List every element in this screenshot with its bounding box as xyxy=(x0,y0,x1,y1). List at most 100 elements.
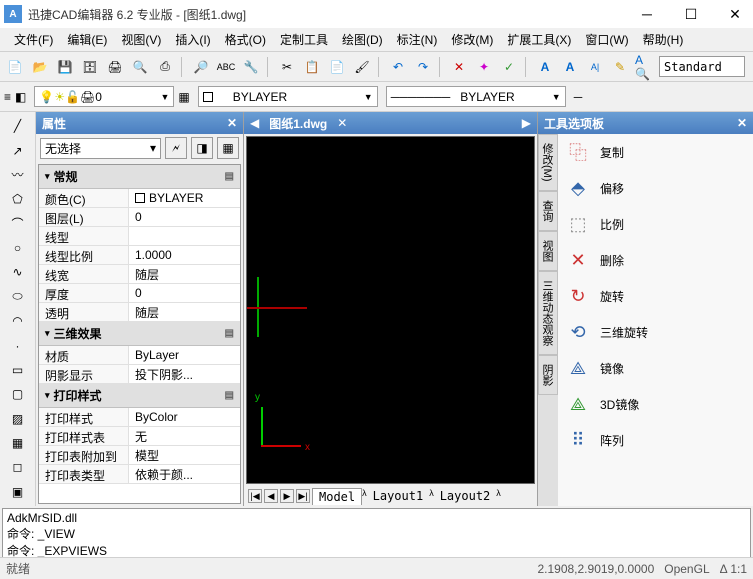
layerstate-icon[interactable]: ◧ xyxy=(15,90,26,104)
palette-side-tab[interactable]: 修改(M) xyxy=(538,134,558,191)
region-icon[interactable]: ◻ xyxy=(7,457,29,477)
maximize-button[interactable]: ☐ xyxy=(677,4,705,24)
copy-icon[interactable]: 📋 xyxy=(301,56,323,78)
menu-item[interactable]: 帮助(H) xyxy=(637,29,690,50)
prop-row[interactable]: 线宽随层 xyxy=(39,265,240,284)
prop-row[interactable]: 线型 xyxy=(39,227,240,246)
boundary-icon[interactable]: ▣ xyxy=(7,482,29,502)
menu-item[interactable]: 视图(V) xyxy=(115,29,167,50)
selectobj-icon[interactable]: ◨ xyxy=(191,137,213,159)
line-icon[interactable]: ╱ xyxy=(7,116,29,136)
properties-close-icon[interactable]: ✕ xyxy=(227,116,237,130)
tab-first-icon[interactable]: |◀ xyxy=(248,489,262,503)
prop-row[interactable]: 厚度0 xyxy=(39,284,240,303)
saveall-icon[interactable]: 🗄 xyxy=(79,56,101,78)
point-icon[interactable]: · xyxy=(7,335,29,355)
ray-icon[interactable]: ↗ xyxy=(7,140,29,160)
menu-item[interactable]: 扩展工具(X) xyxy=(501,29,577,50)
status-mode[interactable]: OpenGL xyxy=(664,562,709,576)
color-dropdown[interactable]: BYLAYER ▼ xyxy=(198,86,378,107)
polygon-icon[interactable]: ⬠ xyxy=(7,189,29,209)
layers-icon[interactable]: ≡ xyxy=(4,90,11,104)
minimize-button[interactable]: ─ xyxy=(633,4,661,24)
polyline-icon[interactable]: 〰 xyxy=(7,165,29,185)
new-icon[interactable]: 📄 xyxy=(4,56,26,78)
menu-item[interactable]: 编辑(E) xyxy=(61,29,113,50)
spellcheck-icon[interactable]: ABC xyxy=(215,56,237,78)
palette-tool-item[interactable]: ⬘偏移 xyxy=(558,170,753,206)
prop-row[interactable]: 线型比例1.0000 xyxy=(39,246,240,265)
palette-tool-item[interactable]: ⿻复制 xyxy=(558,134,753,170)
layout-tab[interactable]: Layout2 xyxy=(434,488,497,505)
palette-tool-item[interactable]: ⠿阵列 xyxy=(558,422,753,458)
prop-row[interactable]: 图层(L)0 xyxy=(39,208,240,227)
menu-item[interactable]: 绘图(D) xyxy=(336,29,389,50)
printconfig-icon[interactable]: ⎙ xyxy=(154,56,176,78)
spline-icon[interactable]: ∿ xyxy=(7,262,29,282)
arc-icon[interactable]: ⌒ xyxy=(7,214,29,234)
hatch2-icon[interactable]: ▦ xyxy=(7,433,29,453)
layer-dropdown[interactable]: 💡☀🔓🖨 0 ▼ xyxy=(34,86,174,107)
tool-icon[interactable]: 🔧 xyxy=(240,56,262,78)
layout-tab[interactable]: Model xyxy=(312,488,362,505)
audit-icon[interactable]: ✓ xyxy=(498,56,520,78)
doctab-close-icon[interactable]: ✕ xyxy=(337,116,347,130)
textstyle-dropdown[interactable]: Standard xyxy=(659,56,745,77)
prop-row[interactable]: 打印样式ByColor xyxy=(39,408,240,427)
palette-tool-item[interactable]: ⟁镜像 xyxy=(558,350,753,386)
linetype-dropdown[interactable]: ─────── BYLAYER ▼ xyxy=(386,86,566,107)
document-tab[interactable]: 图纸1.dwg xyxy=(263,114,333,133)
close-button[interactable]: ✕ xyxy=(721,4,749,24)
palette-side-tab[interactable]: 阴影 xyxy=(538,355,558,395)
cut-icon[interactable]: ✂ xyxy=(276,56,298,78)
layout-tab[interactable]: Layout1 xyxy=(367,488,430,505)
tab-last-icon[interactable]: ▶| xyxy=(296,489,310,503)
rectangle-icon[interactable]: ▢ xyxy=(7,384,29,404)
textstyle-a2-icon[interactable]: A xyxy=(559,56,581,78)
save-icon[interactable]: 💾 xyxy=(54,56,76,78)
purge-icon[interactable]: ✦ xyxy=(473,56,495,78)
menu-item[interactable]: 窗口(W) xyxy=(579,29,634,50)
prop-row[interactable]: 打印表附加到模型 xyxy=(39,446,240,465)
redo-icon[interactable]: ↷ xyxy=(412,56,434,78)
prop-section-header[interactable]: ▾打印样式▤ xyxy=(39,384,240,408)
prop-row[interactable]: 打印表类型依赖于颜... xyxy=(39,465,240,484)
block-icon[interactable]: ▭ xyxy=(7,360,29,380)
menu-item[interactable]: 定制工具 xyxy=(274,29,334,50)
palette-tool-item[interactable]: ⟲三维旋转 xyxy=(558,314,753,350)
menu-item[interactable]: 文件(F) xyxy=(8,29,59,50)
selection-dropdown[interactable]: 无选择 ▾ xyxy=(40,138,161,159)
prop-section-header[interactable]: ▾常规▤ xyxy=(39,165,240,189)
palette-tool-item[interactable]: ⟁3D镜像 xyxy=(558,386,753,422)
circle-icon[interactable]: ○ xyxy=(7,238,29,258)
prop-row[interactable]: 阴影显示投下阴影... xyxy=(39,365,240,384)
ellipsearc-icon[interactable]: ◠ xyxy=(7,311,29,331)
palette-side-tab[interactable]: 视图 xyxy=(538,231,558,271)
prop-row[interactable]: 颜色(C) BYLAYER xyxy=(39,189,240,208)
textedit-icon[interactable]: ✎ xyxy=(609,56,631,78)
print-icon[interactable]: 🖨 xyxy=(104,56,126,78)
textfind-icon[interactable]: A🔍 xyxy=(634,56,656,78)
palette-tool-item[interactable]: ↻旋转 xyxy=(558,278,753,314)
prop-section-header[interactable]: ▾三维效果▤ xyxy=(39,322,240,346)
prop-row[interactable]: 透明随层 xyxy=(39,303,240,322)
preview-icon[interactable]: 🔍 xyxy=(129,56,151,78)
toolpalette-close-icon[interactable]: ✕ xyxy=(737,116,747,130)
tab-next-icon[interactable]: ▶ xyxy=(280,489,294,503)
prop-row[interactable]: 材质ByLayer xyxy=(39,346,240,365)
togglepai-icon[interactable]: ▦ xyxy=(217,137,239,159)
layercolor-icon[interactable]: ▦ xyxy=(178,90,189,104)
quickselect-icon[interactable]: 🗲 xyxy=(165,137,187,159)
hatch-icon[interactable]: ▨ xyxy=(7,409,29,429)
find-icon[interactable]: 🔎 xyxy=(190,56,212,78)
paste-icon[interactable]: 📄 xyxy=(326,56,348,78)
palette-tool-item[interactable]: ✕删除 xyxy=(558,242,753,278)
menu-item[interactable]: 格式(O) xyxy=(219,29,272,50)
textstyle-aa-icon[interactable]: A| xyxy=(584,56,606,78)
delete-icon[interactable]: ✕ xyxy=(448,56,470,78)
prop-row[interactable]: 打印样式表无 xyxy=(39,427,240,446)
status-scale[interactable]: Δ 1:1 xyxy=(720,562,747,576)
ellipse-icon[interactable]: ⬭ xyxy=(7,287,29,307)
palette-tool-item[interactable]: ⬚比例 xyxy=(558,206,753,242)
matchprops-icon[interactable]: 🖌 xyxy=(351,56,373,78)
